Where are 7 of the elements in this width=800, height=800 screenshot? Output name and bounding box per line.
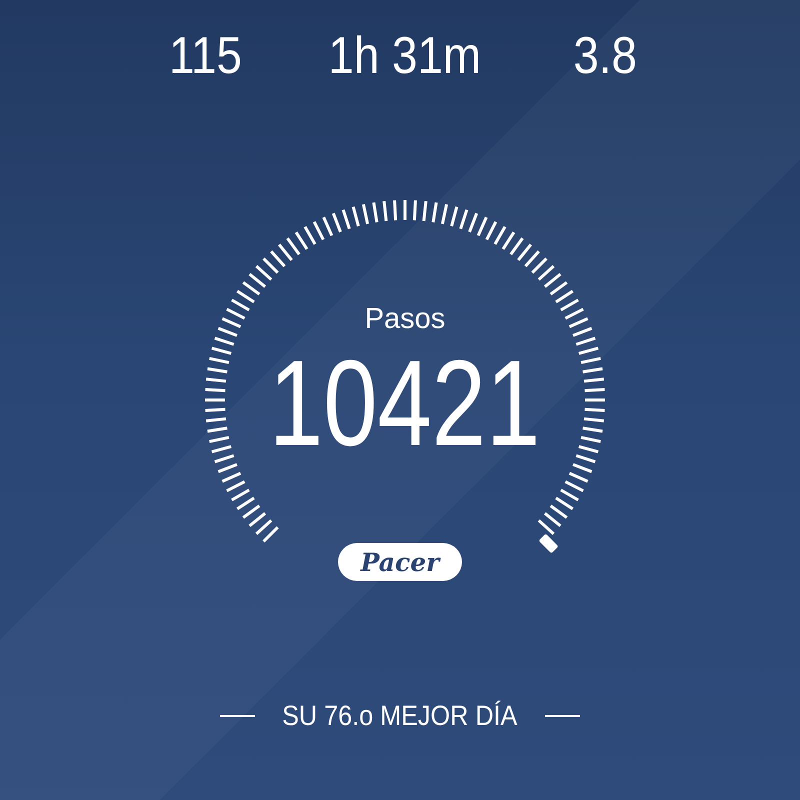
steps-count: 10421: [269, 343, 541, 463]
stat-value: 3.8: [573, 26, 637, 86]
stat-value: 115: [168, 26, 242, 86]
pacer-logo: Pacer: [338, 543, 462, 581]
steps-label: Pasos: [364, 303, 446, 335]
stat-value: 1h 31m: [328, 26, 482, 86]
best-day-rank: SU 76.o MEJOR DÍA: [282, 699, 518, 733]
